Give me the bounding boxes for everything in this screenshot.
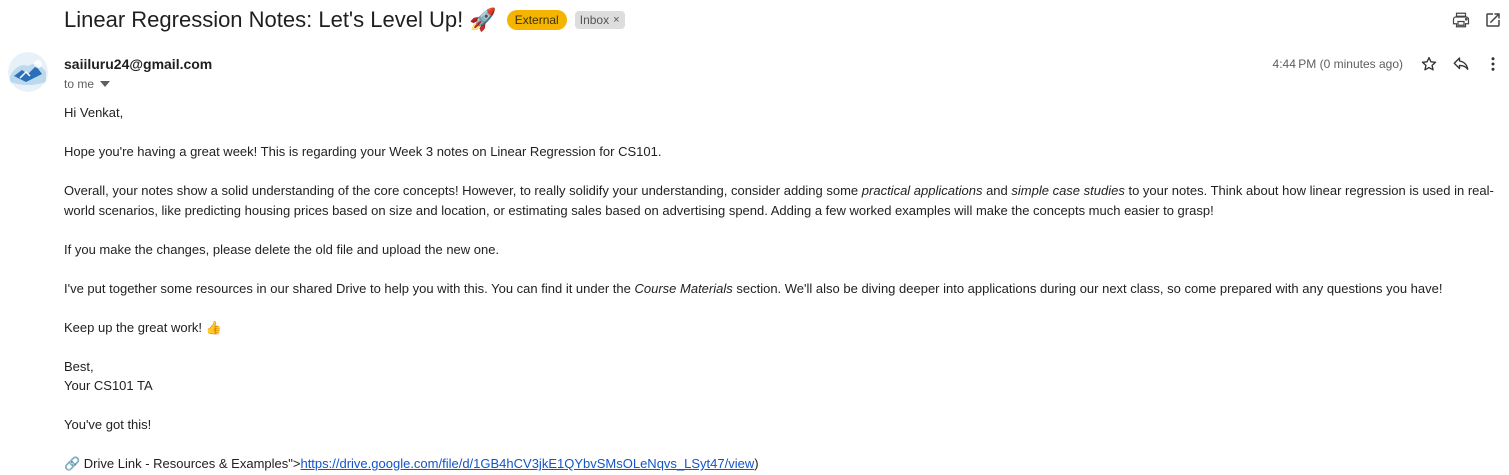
- remove-label-icon[interactable]: ×: [613, 14, 619, 26]
- body-paragraph-1: Hope you're having a great week! This is…: [64, 144, 662, 159]
- thread-actions: [1445, 8, 1509, 32]
- reply-button[interactable]: [1445, 52, 1477, 76]
- body-paragraph-2: Overall, your notes show a solid underst…: [64, 181, 1500, 220]
- avatar-image-icon: [8, 52, 48, 92]
- to-me-label: to me: [64, 77, 95, 91]
- p4-text-a: I've put together some resources in our …: [64, 280, 635, 296]
- chevron-down-icon: [100, 81, 111, 87]
- reply-icon: [1453, 57, 1469, 70]
- p2-emphasis-2: simple case studies: [1011, 183, 1125, 198]
- link-suffix: ): [754, 456, 759, 471]
- drive-link-line: 🔗 Drive Link - Resources & Examples">htt…: [64, 454, 1500, 474]
- avatar[interactable]: [8, 52, 48, 92]
- timestamp: 4:44 PM (0 minutes ago): [1272, 57, 1403, 71]
- p2-text-a: Overall, your notes show a solid underst…: [64, 183, 862, 198]
- star-button[interactable]: [1413, 52, 1445, 76]
- open-in-new-window-icon: [1486, 13, 1500, 27]
- email-view: Linear Regression Notes: Let's Level Up!…: [0, 0, 1509, 475]
- message-meta: 4:44 PM (0 minutes ago): [1273, 52, 1509, 76]
- star-icon: [1421, 56, 1437, 71]
- inbox-label-text: Inbox: [579, 13, 610, 27]
- external-badge: External: [506, 10, 567, 30]
- print-button[interactable]: [1445, 8, 1477, 32]
- inbox-label-chip[interactable]: Inbox ×: [574, 11, 625, 29]
- drive-link[interactable]: https://drive.google.com/file/d/1GB4hCV3…: [300, 456, 754, 471]
- link-prefix: 🔗 Drive Link - Resources & Examples">: [64, 456, 301, 471]
- p2-emphasis-1: practical applications: [861, 183, 983, 198]
- sender-address: saiiluru24@gmail.com: [64, 56, 213, 72]
- recipient-details-toggle[interactable]: to me: [64, 77, 111, 91]
- greeting: Hi Venkat,: [64, 105, 124, 120]
- open-in-new-window-button[interactable]: [1477, 8, 1509, 32]
- signoff: Best,: [64, 358, 94, 374]
- print-icon: [1452, 12, 1470, 28]
- p4-text-b: section. We'll also be diving deeper int…: [732, 280, 1443, 296]
- more-vert-icon: [1491, 57, 1495, 71]
- body-paragraph-3: If you make the changes, please delete t…: [64, 241, 500, 257]
- email-subject: Linear Regression Notes: Let's Level Up!…: [64, 7, 497, 32]
- p4-emphasis: Course Materials: [634, 280, 733, 296]
- signature: Your CS101 TA: [64, 378, 153, 393]
- body-paragraph-6: You've got this!: [64, 417, 152, 432]
- body-paragraph-4: I've put together some resources in our …: [64, 279, 1500, 299]
- more-options-button[interactable]: [1477, 52, 1509, 76]
- body-paragraph-5: Keep up the great work! 👍: [64, 319, 222, 335]
- subject-row: Linear Regression Notes: Let's Level Up!…: [64, 4, 625, 36]
- email-body: Hi Venkat, Hope you're having a great we…: [64, 103, 1500, 474]
- p2-text-b: and: [982, 183, 1012, 198]
